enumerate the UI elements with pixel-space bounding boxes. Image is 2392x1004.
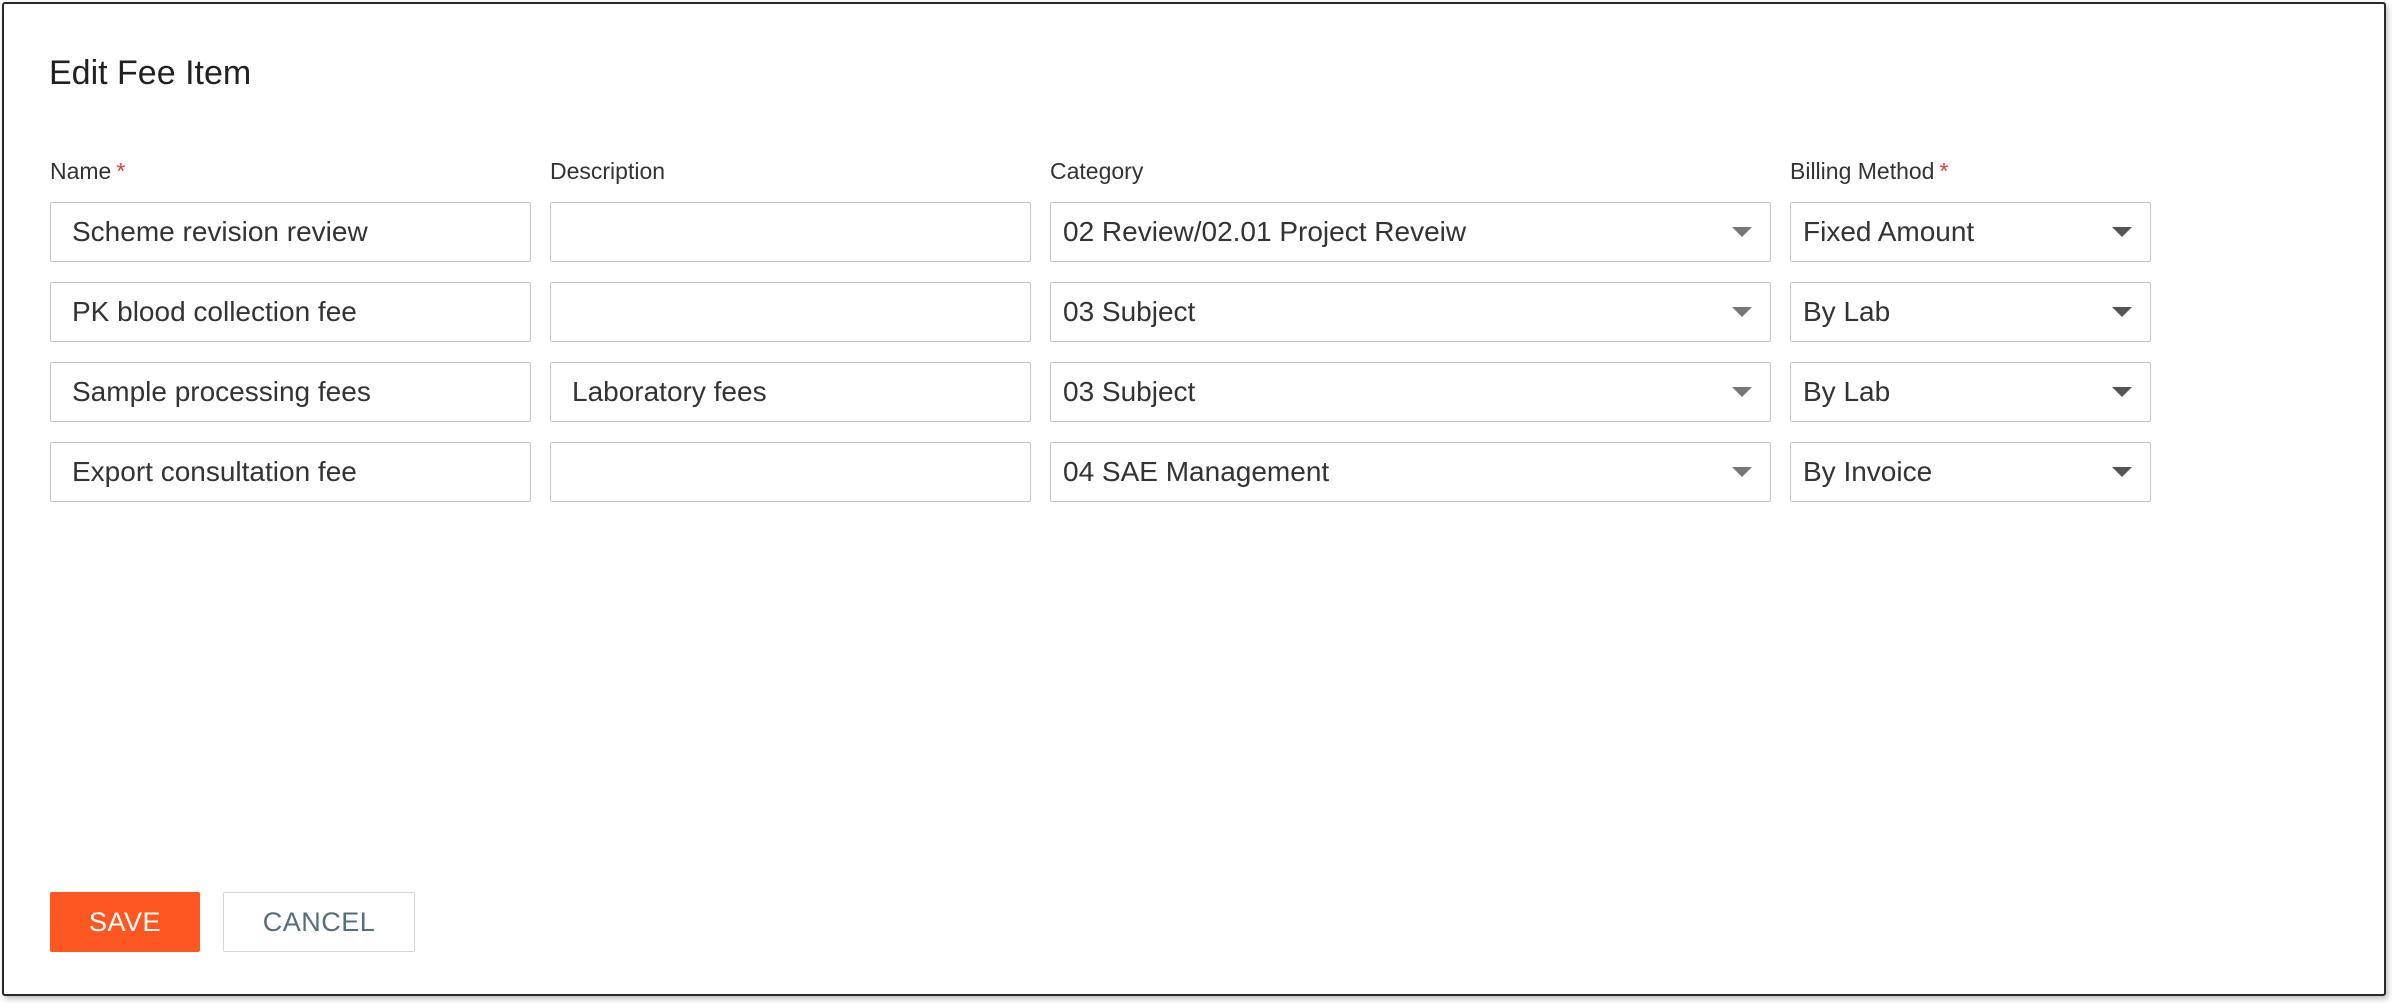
chevron-down-icon <box>2112 387 2132 397</box>
category-select-value: 02 Review/02.01 Project Reveiw <box>1063 216 1467 247</box>
billing-method-select[interactable]: By Lab <box>1790 362 2151 422</box>
billing-method-select-value: By Lab <box>1803 296 1891 327</box>
category-header: Category <box>1050 158 1143 185</box>
chevron-down-icon <box>2112 227 2132 237</box>
billing-method-select[interactable]: Fixed Amount <box>1790 202 2151 262</box>
name-input-value: Sample processing fees <box>72 376 371 407</box>
name-input[interactable]: Scheme revision review <box>50 202 531 262</box>
billing-method-header: Billing Method * <box>1790 158 1948 185</box>
chevron-down-icon <box>1732 307 1752 317</box>
description-header: Description <box>550 158 665 185</box>
name-input[interactable]: PK blood collection fee <box>50 282 531 342</box>
category-select[interactable]: 03 Subject <box>1050 282 1771 342</box>
category-select[interactable]: 04 SAE Management <box>1050 442 1771 502</box>
chevron-down-icon <box>2112 307 2132 317</box>
billing-method-select-value: By Lab <box>1803 376 1891 407</box>
category-select-value: 04 SAE Management <box>1063 456 1330 487</box>
billing-method-select[interactable]: By Lab <box>1790 282 2151 342</box>
category-select-value: 03 Subject <box>1063 376 1196 407</box>
name-header-label: Name <box>50 158 112 184</box>
description-input[interactable] <box>550 442 1031 502</box>
billing-method-select-value: By Invoice <box>1803 456 1933 487</box>
description-input[interactable] <box>550 282 1031 342</box>
category-select-value: 03 Subject <box>1063 296 1196 327</box>
name-input[interactable]: Sample processing fees <box>50 362 531 422</box>
edit-fee-item-dialog: Edit Fee Item Name * Description Category… <box>2 2 2386 996</box>
billing-method-select[interactable]: By Invoice <box>1790 442 2151 502</box>
chevron-down-icon <box>1732 467 1752 477</box>
save-button[interactable]: SAVE <box>50 892 200 952</box>
category-select[interactable]: 02 Review/02.01 Project Reveiw <box>1050 202 1771 262</box>
category-select[interactable]: 03 Subject <box>1050 362 1771 422</box>
dialog-title: Edit Fee Item <box>49 54 252 92</box>
chevron-down-icon <box>1732 387 1752 397</box>
name-input-value: Scheme revision review <box>72 216 368 247</box>
description-input[interactable] <box>550 202 1031 262</box>
description-input[interactable]: Laboratory fees <box>550 362 1031 422</box>
name-input[interactable]: Export consultation fee <box>50 442 531 502</box>
required-indicator: * <box>1939 158 1949 184</box>
name-input-value: Export consultation fee <box>72 456 357 487</box>
chevron-down-icon <box>2112 467 2132 477</box>
billing-method-header-label: Billing Method <box>1790 158 1935 184</box>
description-header-label: Description <box>550 158 666 184</box>
chevron-down-icon <box>1732 227 1752 237</box>
name-header: Name * <box>50 158 125 185</box>
description-input-value: Laboratory fees <box>572 376 767 407</box>
billing-method-select-value: Fixed Amount <box>1803 216 1975 247</box>
category-header-label: Category <box>1050 158 1144 184</box>
cancel-button[interactable]: CANCEL <box>223 892 415 952</box>
name-input-value: PK blood collection fee <box>72 296 357 327</box>
required-indicator: * <box>116 158 126 184</box>
